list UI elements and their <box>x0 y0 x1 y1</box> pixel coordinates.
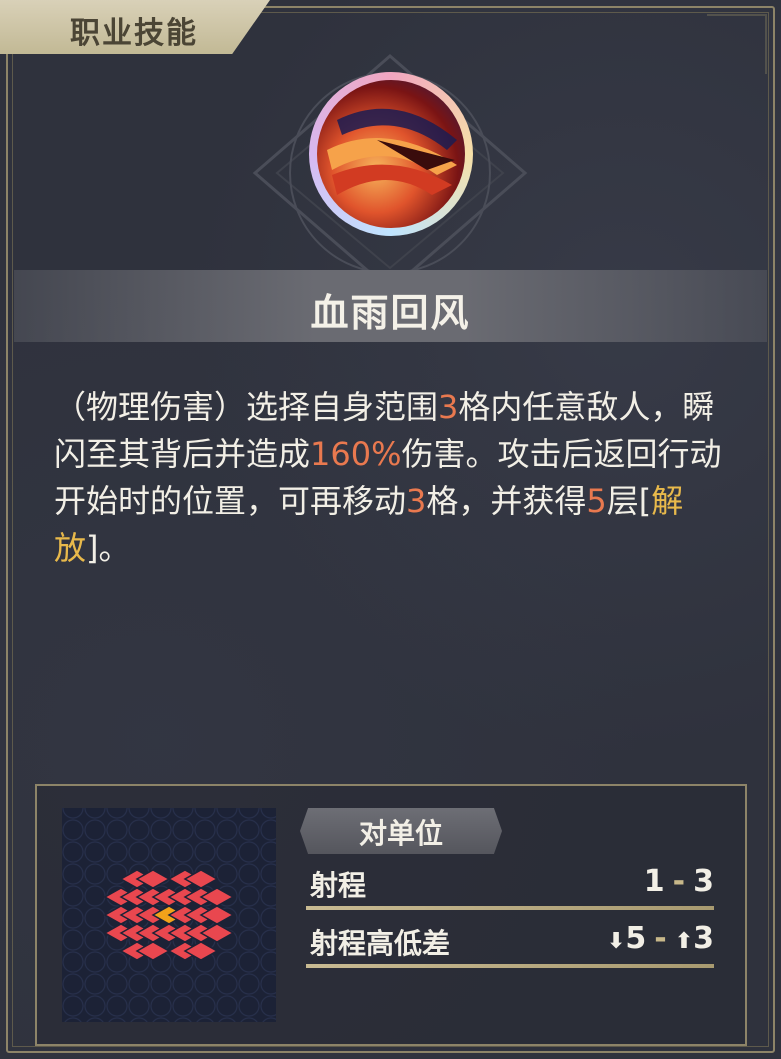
skill-icon[interactable] <box>309 72 473 236</box>
range-dash: - <box>672 864 686 899</box>
height-divider <box>306 964 714 968</box>
range-grid <box>62 808 276 1022</box>
height-down: 5 <box>625 921 647 956</box>
height-dash: - <box>654 921 667 956</box>
desc-text: （物理伤害）选择自身范围 <box>54 388 439 426</box>
skill-panel: 职业技能 血雨回风 （物理伤害）选择自身范围3格内任意敌人，瞬闪至其背后并造成1… <box>0 0 781 1059</box>
arrow-down-icon: ⬇ <box>606 929 626 954</box>
skill-description: （物理伤害）选择自身范围3格内任意敌人，瞬闪至其背后并造成160%伤害。攻击后返… <box>54 384 734 572</box>
range-grid-graphic <box>103 869 235 961</box>
height-up: 3 <box>693 921 714 956</box>
target-tag-label: 对单位 <box>358 817 443 850</box>
desc-damage-value: 160% <box>310 435 402 473</box>
corner-ornament <box>707 14 767 74</box>
range-divider <box>306 906 714 910</box>
desc-text: 格，并获得 <box>426 482 587 520</box>
desc-move-value: 3 <box>406 482 427 520</box>
desc-stacks-value: 5 <box>586 482 607 520</box>
skill-name: 血雨回风 <box>310 291 471 335</box>
range-label: 射程 <box>310 869 367 902</box>
arrow-up-icon: ⬆ <box>674 929 694 954</box>
desc-text: ]。 <box>86 529 131 567</box>
range-max: 3 <box>693 864 714 899</box>
desc-text: 层[ <box>606 482 652 520</box>
height-diff-value: ⬇5- ⬆3 <box>607 921 714 956</box>
range-value: 1-3 <box>644 864 714 899</box>
desc-range-value: 3 <box>438 388 459 426</box>
header-title: 职业技能 <box>70 16 198 51</box>
range-min: 1 <box>643 864 665 899</box>
blade-slash-icon <box>317 80 465 228</box>
blade-slash-graphic <box>327 108 457 195</box>
height-diff-label: 射程高低差 <box>310 927 451 960</box>
